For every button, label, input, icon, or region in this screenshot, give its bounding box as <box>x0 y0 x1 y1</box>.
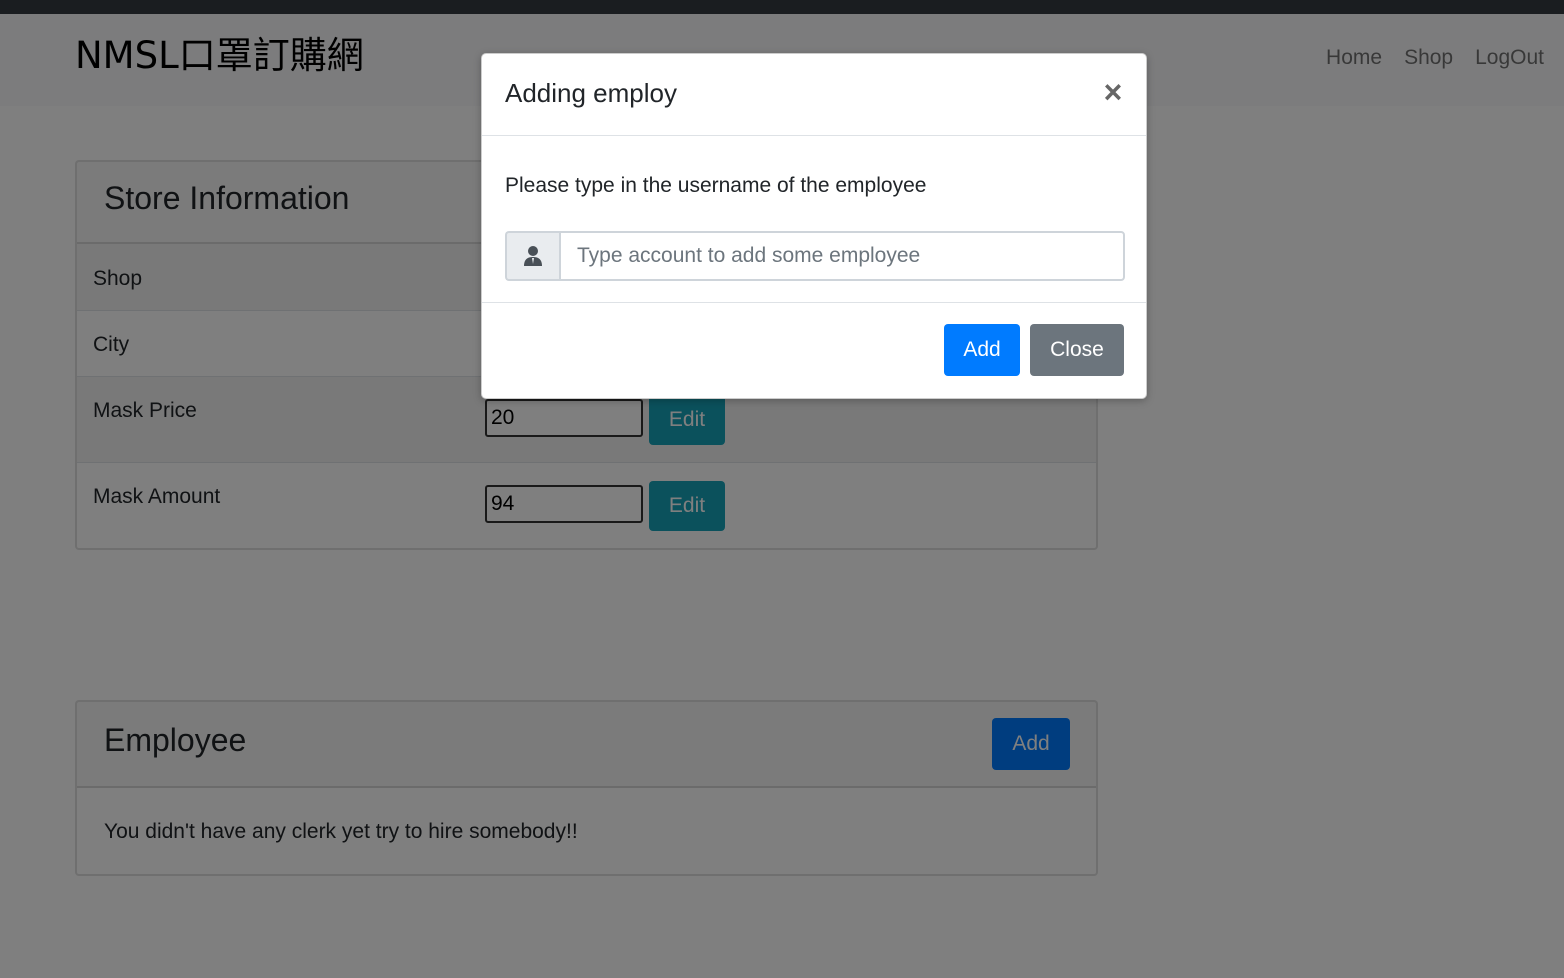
user-icon <box>505 231 559 281</box>
modal-close-button[interactable]: Close <box>1030 324 1124 376</box>
add-employee-modal: Adding employ × Please type in the usern… <box>481 53 1147 399</box>
username-input-group <box>505 231 1125 281</box>
modal-body: Please type in the username of the emplo… <box>482 137 1146 303</box>
modal-title: Adding employ <box>505 78 677 108</box>
employee-username-input[interactable] <box>559 231 1125 281</box>
modal-add-button[interactable]: Add <box>944 324 1020 376</box>
modal-footer: Add Close <box>482 304 1146 398</box>
modal-prompt-text: Please type in the username of the emplo… <box>505 174 927 197</box>
modal-header: Adding employ × <box>482 54 1146 136</box>
close-icon[interactable]: × <box>1100 74 1126 110</box>
